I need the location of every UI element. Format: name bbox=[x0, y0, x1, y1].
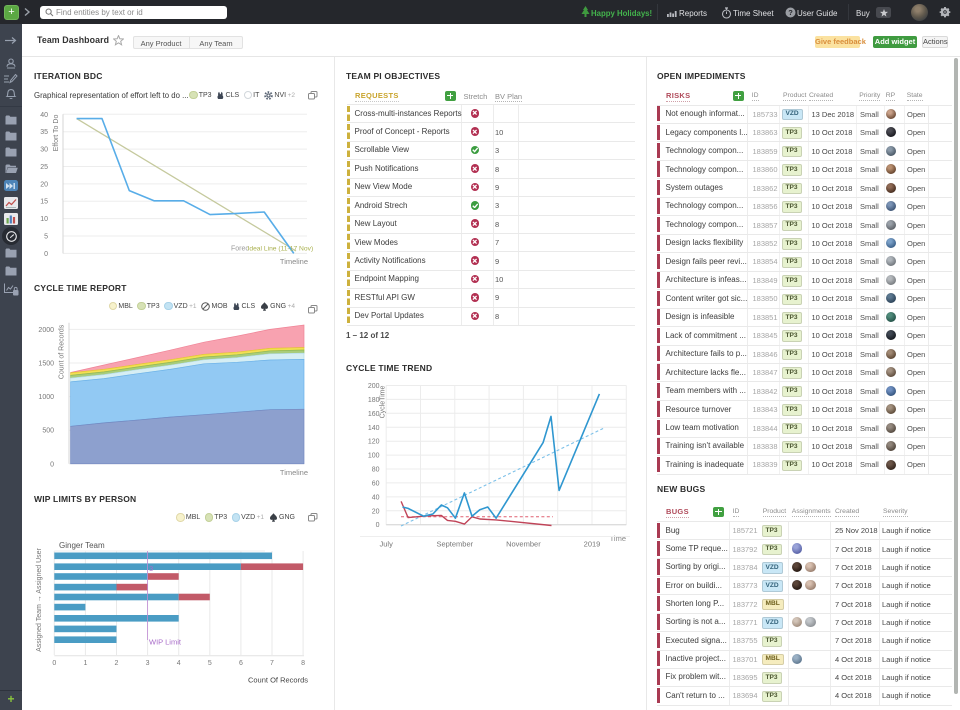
svg-text:Count Of Records: Count Of Records bbox=[248, 676, 308, 685]
svg-text:40: 40 bbox=[40, 112, 48, 119]
svg-text:8: 8 bbox=[301, 660, 305, 667]
svg-text:180: 180 bbox=[368, 397, 380, 404]
svg-text:Timeline: Timeline bbox=[280, 257, 308, 266]
svg-text:1500: 1500 bbox=[38, 361, 54, 368]
svg-text:20: 20 bbox=[372, 508, 380, 515]
svg-text:?: ? bbox=[788, 8, 793, 17]
svg-text:Time: Time bbox=[610, 534, 626, 543]
svg-text:30: 30 bbox=[40, 147, 48, 154]
svg-text:40: 40 bbox=[372, 494, 380, 501]
svg-text:35: 35 bbox=[40, 129, 48, 136]
svg-text:November: November bbox=[506, 540, 541, 549]
svg-text:7: 7 bbox=[270, 660, 274, 667]
svg-text:Ideal Line (11-17 Nov): Ideal Line (11-17 Nov) bbox=[248, 246, 314, 253]
svg-text:Count of Records: Count of Records bbox=[59, 324, 66, 379]
svg-text:2: 2 bbox=[115, 660, 119, 667]
svg-text:140: 140 bbox=[368, 425, 380, 432]
svg-text:15: 15 bbox=[40, 199, 48, 206]
svg-text:4: 4 bbox=[177, 660, 181, 667]
svg-text:120: 120 bbox=[368, 439, 380, 446]
svg-text:0: 0 bbox=[52, 660, 56, 667]
svg-text:3: 3 bbox=[146, 660, 150, 667]
svg-text:80: 80 bbox=[372, 467, 380, 474]
svg-text:September: September bbox=[436, 540, 473, 549]
svg-text:Timeline: Timeline bbox=[280, 468, 308, 477]
svg-text:20: 20 bbox=[40, 181, 48, 188]
svg-text:6: 6 bbox=[239, 660, 243, 667]
svg-text:5: 5 bbox=[208, 660, 212, 667]
svg-text:500: 500 bbox=[42, 428, 54, 435]
svg-text:2019: 2019 bbox=[584, 540, 601, 549]
svg-text:1000: 1000 bbox=[38, 394, 54, 401]
svg-text:Assigned Team → Assigned User: Assigned Team → Assigned User bbox=[36, 547, 43, 651]
svg-text:3: 3 bbox=[149, 564, 153, 573]
svg-text:1: 1 bbox=[83, 660, 87, 667]
svg-text:160: 160 bbox=[368, 411, 380, 418]
svg-text:CycleTime: CycleTime bbox=[380, 386, 387, 419]
svg-text:0: 0 bbox=[376, 522, 380, 529]
svg-text:60: 60 bbox=[372, 480, 380, 487]
svg-text:Effort To Do: Effort To Do bbox=[53, 115, 60, 152]
svg-text:July: July bbox=[380, 540, 394, 549]
svg-text:10: 10 bbox=[40, 216, 48, 223]
svg-text:25: 25 bbox=[40, 164, 48, 171]
svg-text:200: 200 bbox=[368, 383, 380, 390]
svg-text:5: 5 bbox=[44, 234, 48, 241]
svg-text:0: 0 bbox=[50, 461, 54, 468]
svg-text:Ginger Team: Ginger Team bbox=[59, 541, 105, 550]
svg-text:WIP Limit: WIP Limit bbox=[149, 638, 182, 647]
svg-text:100: 100 bbox=[368, 453, 380, 460]
svg-text:0: 0 bbox=[44, 251, 48, 258]
svg-text:2000: 2000 bbox=[38, 327, 54, 334]
